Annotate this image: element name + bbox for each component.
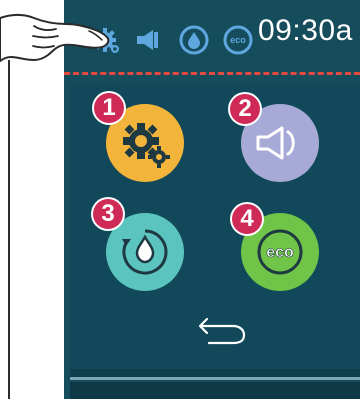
clock-time: 09:30a [258,14,353,47]
back-button[interactable] [197,313,247,347]
svg-text:eco: eco [266,244,294,261]
badge-3: 3 [93,199,123,229]
speaker-icon [137,30,158,50]
device-screenshot: eco 09:30a eco 1 2 3 4 [0,0,360,399]
speaker-icon[interactable] [134,24,166,56]
svg-text:eco: eco [230,35,246,45]
badge-4: 4 [232,204,262,234]
badge-2: 2 [230,94,260,124]
water-cycle-icon [179,25,209,55]
eco-icon: eco [223,25,253,55]
gear-icon [123,123,170,168]
panel-footer [70,382,360,399]
badge-1: 1 [94,93,124,123]
finger-pointer [0,14,110,63]
eco-icon[interactable]: eco [222,24,254,56]
speaker-icon [256,126,295,160]
water-cycle-icon[interactable] [178,24,210,56]
water-cycle-icon [122,229,168,275]
eco-icon: eco [257,229,303,275]
return-arrow-icon [198,317,246,345]
bezel-edge [8,60,10,399]
